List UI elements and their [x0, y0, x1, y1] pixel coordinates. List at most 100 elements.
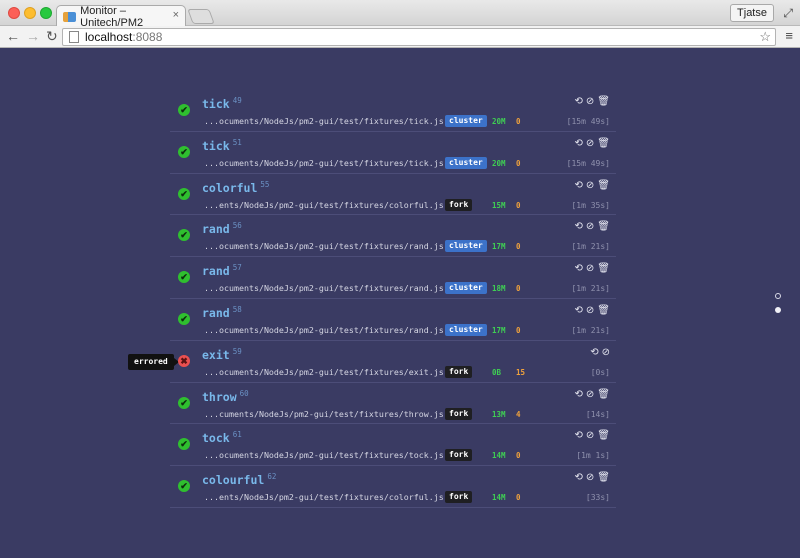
reload-icon[interactable]: ↻	[46, 28, 58, 44]
process-row: ✔ throw 60 ...cuments/NodeJs/pm2-gui/test/f…	[170, 383, 616, 425]
process-name: tick 49	[202, 96, 242, 111]
stop-icon[interactable]: ⊘	[586, 222, 594, 232]
window-minimize-button[interactable]	[24, 7, 36, 19]
delete-icon[interactable]: 🗑	[597, 389, 610, 400]
restart-icon[interactable]: ⟲	[575, 138, 583, 149]
restart-icon[interactable]: ⟲	[575, 180, 583, 191]
uptime: [15m 49s]	[566, 158, 610, 168]
process-row: ✔ rand 56 ...ocuments/NodeJs/pm2-gui/test/f…	[170, 215, 616, 258]
window-maximize-button[interactable]	[40, 7, 52, 19]
stop-icon[interactable]: ⊘	[586, 389, 594, 400]
stop-icon[interactable]: ⊘	[586, 180, 594, 191]
process-pid: 57	[232, 263, 242, 273]
status-tooltip: errored	[128, 353, 179, 370]
stop-icon[interactable]: ⊘	[586, 264, 594, 274]
restart-count: 0	[516, 451, 521, 461]
memory-usage: 17M	[492, 325, 506, 335]
exec-mode-badge: cluster	[445, 115, 487, 127]
process-script-path: ...ents/NodeJs/pm2-gui/test/fixtures/col…	[204, 492, 444, 503]
process-pid: 61	[232, 430, 242, 440]
process-name: rand 58	[202, 305, 242, 320]
url-port: :8088	[132, 30, 163, 44]
uptime: [1m 21s]	[571, 242, 610, 252]
process-row: errored ✖ exit 59 ...ocuments/NodeJs/pm2-gui…	[128, 341, 616, 383]
delete-icon[interactable]: 🗑	[597, 222, 610, 232]
uptime: [1m 35s]	[571, 200, 610, 210]
uptime: [14s]	[585, 409, 610, 419]
delete-icon[interactable]: 🗑	[597, 97, 610, 107]
process-script-path: ...ocuments/NodeJs/pm2-gui/test/fixtures…	[204, 241, 444, 252]
check-icon: ✔	[178, 438, 190, 451]
delete-icon[interactable]: 🗑	[597, 264, 610, 274]
uptime: [15m 49s]	[566, 117, 610, 126]
restart-icon[interactable]: ⟲	[575, 473, 583, 483]
process-actions: ⟲ ⊘ 🗑	[575, 473, 610, 483]
uptime: [0s]	[590, 367, 610, 377]
fullscreen-icon[interactable]: ⤢	[783, 6, 793, 21]
process-script-path: ...ocuments/NodeJs/pm2-gui/test/fixtures…	[204, 157, 444, 168]
restart-icon[interactable]: ⟲	[575, 389, 583, 400]
window-close-button[interactable]	[8, 7, 20, 19]
stop-icon[interactable]: ⊘	[586, 473, 594, 483]
process-row: ✔ colourful 62 ...ents/NodeJs/pm2-gui/test/…	[170, 466, 616, 508]
process-actions: ⟲ ⊘ 🗑	[575, 222, 610, 232]
process-name: rand 56	[202, 221, 242, 236]
process-actions: ⟲ ⊘ 🗑	[575, 97, 610, 107]
restart-icon[interactable]: ⟲	[575, 97, 583, 107]
close-tab-icon[interactable]: ×	[173, 9, 179, 21]
delete-icon[interactable]: 🗑	[597, 138, 610, 149]
delete-icon[interactable]: 🗑	[597, 180, 610, 191]
stop-icon[interactable]: ⊘	[586, 97, 594, 107]
exec-mode-badge: fork	[445, 407, 473, 420]
exec-mode-badge: cluster	[445, 240, 487, 253]
exec-mode-badge: fork	[445, 365, 473, 378]
browser-tab[interactable]: Monitor – Unitech/PM2 ×	[56, 5, 186, 29]
restart-icon[interactable]: ⟲	[575, 305, 583, 316]
pager-dot-active[interactable]	[775, 307, 781, 313]
check-icon: ✔	[178, 396, 190, 409]
restart-icon[interactable]: ⟲	[590, 347, 598, 358]
process-name-text: tock	[202, 431, 230, 446]
process-actions: ⟲ ⊘ 🗑	[575, 305, 610, 316]
process-actions: ⟲ ⊘ 🗑	[575, 431, 610, 441]
process-name-text: tick	[202, 138, 230, 153]
menu-icon[interactable]: ≡	[785, 29, 793, 43]
back-icon[interactable]: ←	[6, 28, 20, 44]
new-tab-button[interactable]	[187, 9, 215, 24]
bookmark-star-icon[interactable]: ☆	[759, 29, 771, 45]
check-icon: ✔	[178, 271, 190, 284]
profile-button[interactable]: Tjatse	[730, 4, 774, 22]
pager	[775, 293, 781, 321]
check-icon: ✔	[178, 312, 190, 325]
process-script-path: ...ocuments/NodeJs/pm2-gui/test/fixtures…	[204, 283, 444, 294]
delete-icon[interactable]: 🗑	[597, 473, 610, 483]
process-name: tick 51	[202, 138, 242, 153]
stop-icon[interactable]: ⊘	[586, 305, 594, 316]
uptime: [33s]	[585, 493, 610, 503]
delete-icon[interactable]: 🗑	[597, 431, 610, 441]
check-icon: ✔	[178, 187, 190, 200]
process-row: ✔ tock 61 ...ocuments/NodeJs/pm2-gui/test/f…	[170, 424, 616, 467]
process-name: exit 59	[202, 347, 242, 362]
process-actions: ⟲ ⊘	[590, 347, 610, 358]
delete-icon[interactable]: 🗑	[597, 305, 610, 316]
process-actions: ⟲ ⊘ 🗑	[575, 389, 610, 400]
exec-mode-badge: cluster	[445, 282, 487, 295]
restart-icon[interactable]: ⟲	[575, 431, 583, 441]
restart-count: 0	[516, 325, 521, 335]
pager-dot[interactable]	[775, 293, 781, 299]
stop-icon[interactable]: ⊘	[586, 138, 594, 149]
forward-icon[interactable]: →	[26, 28, 40, 44]
stop-icon[interactable]: ⊘	[602, 347, 610, 358]
exec-mode-badge: cluster	[445, 323, 487, 336]
check-icon: ✔	[178, 104, 190, 116]
check-icon: ✔	[178, 229, 190, 242]
restart-icon[interactable]: ⟲	[575, 222, 583, 232]
address-bar[interactable]: localhost:8088 ☆	[62, 28, 776, 46]
memory-usage: 18M	[492, 284, 506, 294]
restart-icon[interactable]: ⟲	[575, 264, 583, 274]
process-script-path: ...ocuments/NodeJs/pm2-gui/test/fixtures…	[204, 450, 444, 461]
process-pid: 58	[232, 304, 242, 314]
memory-usage: 0B	[492, 367, 502, 377]
stop-icon[interactable]: ⊘	[586, 431, 594, 441]
